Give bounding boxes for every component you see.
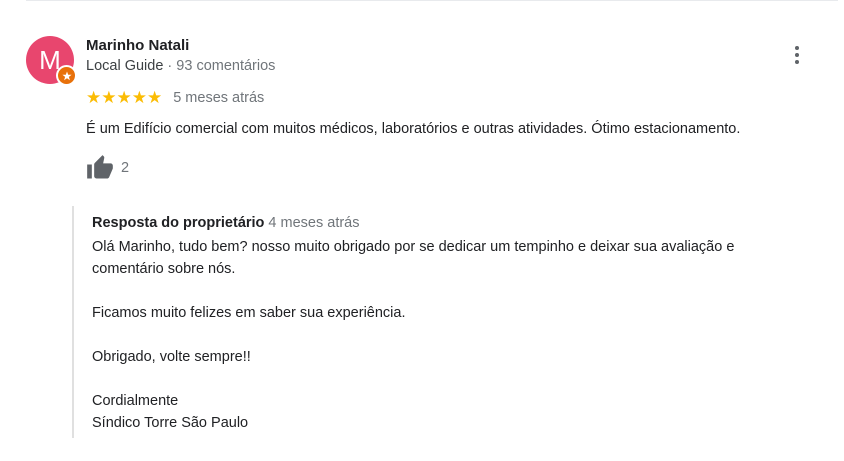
owner-response-body: Olá Marinho, tudo bem? nosso muito obrig… bbox=[92, 236, 827, 434]
meta-separator: · bbox=[163, 58, 177, 74]
star-rating: ★★★★★ bbox=[86, 89, 162, 107]
rating-row: ★★★★★ 5 meses atrás bbox=[86, 88, 264, 108]
owner-response-line: Olá Marinho, tudo bem? nosso muito obrig… bbox=[92, 239, 735, 255]
star-rating-icons: ★★★★★ bbox=[86, 88, 163, 107]
review-time: 5 meses atrás bbox=[173, 90, 265, 106]
top-divider bbox=[26, 0, 838, 1]
more-vert-dot bbox=[795, 60, 799, 64]
owner-response-line: comentário sobre nós. bbox=[92, 261, 236, 277]
owner-response-header: Resposta do proprietário 4 meses atrás bbox=[92, 215, 360, 231]
like-count: 2 bbox=[121, 160, 130, 176]
review-text: É um Edifício comercial com muitos médic… bbox=[86, 121, 741, 137]
owner-response: Resposta do proprietário 4 meses atrás Ol… bbox=[72, 206, 834, 438]
owner-response-line: Obrigado, volte sempre!! bbox=[92, 349, 251, 365]
owner-response-line: Síndico Torre São Paulo bbox=[92, 415, 249, 431]
local-guide-badge-icon bbox=[56, 65, 77, 86]
local-guide-label: Local Guide bbox=[86, 58, 164, 74]
more-vert-dot bbox=[795, 53, 799, 57]
thumb-up-icon bbox=[87, 155, 113, 179]
author-meta: Local Guide · 93 comentários bbox=[86, 58, 275, 74]
more-vert-icon bbox=[795, 46, 799, 50]
like-button[interactable] bbox=[86, 154, 114, 182]
star-icon bbox=[61, 71, 72, 80]
more-options-button[interactable] bbox=[786, 44, 808, 66]
owner-response-line: Ficamos muito felizes em saber sua exper… bbox=[92, 305, 406, 321]
author-name[interactable]: Marinho Natali bbox=[86, 37, 189, 54]
comment-count: 93 comentários bbox=[176, 58, 276, 74]
owner-response-time: 4 meses atrás bbox=[268, 215, 360, 231]
owner-response-title: Resposta do proprietário bbox=[92, 215, 265, 231]
owner-response-line: Cordialmente bbox=[92, 393, 179, 409]
